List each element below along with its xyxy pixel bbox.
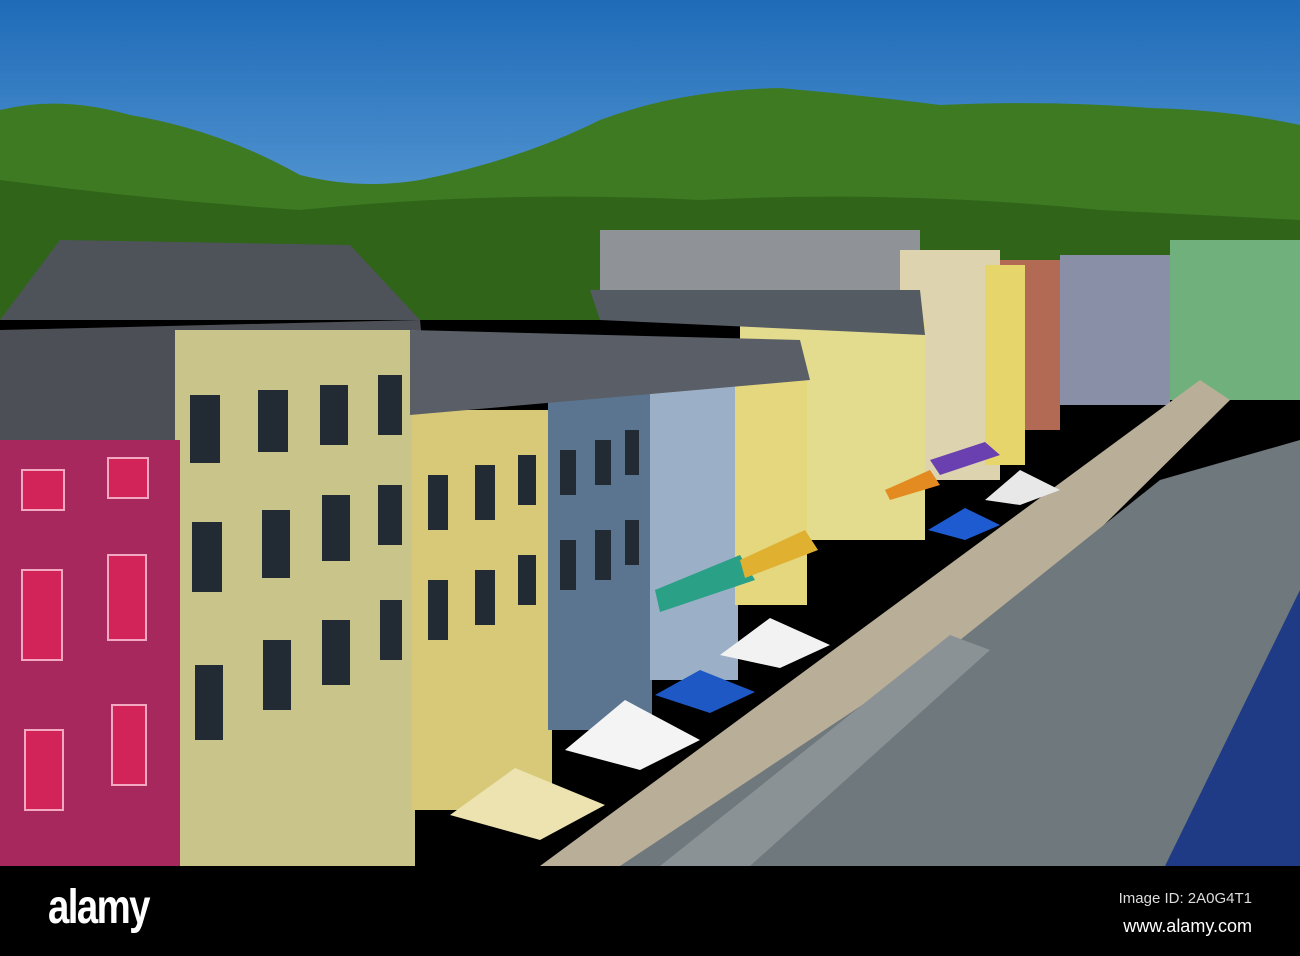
alamy-logo: alamy [48, 881, 150, 934]
blue-tent-far [928, 508, 1000, 540]
alamy-url: www.alamy.com [1123, 916, 1252, 936]
image-id-label: Image ID: 2A0G4T1 [1118, 890, 1252, 907]
green-building [1170, 240, 1300, 400]
light-blue-building [650, 380, 738, 680]
watermark-bar: alamy Image ID: 2A0G4T1 www.alamy.com [0, 866, 1300, 956]
street-scene-photo [0, 0, 1300, 866]
photo-frame: alamy Image ID: 2A0G4T1 www.alamy.com [0, 0, 1300, 956]
